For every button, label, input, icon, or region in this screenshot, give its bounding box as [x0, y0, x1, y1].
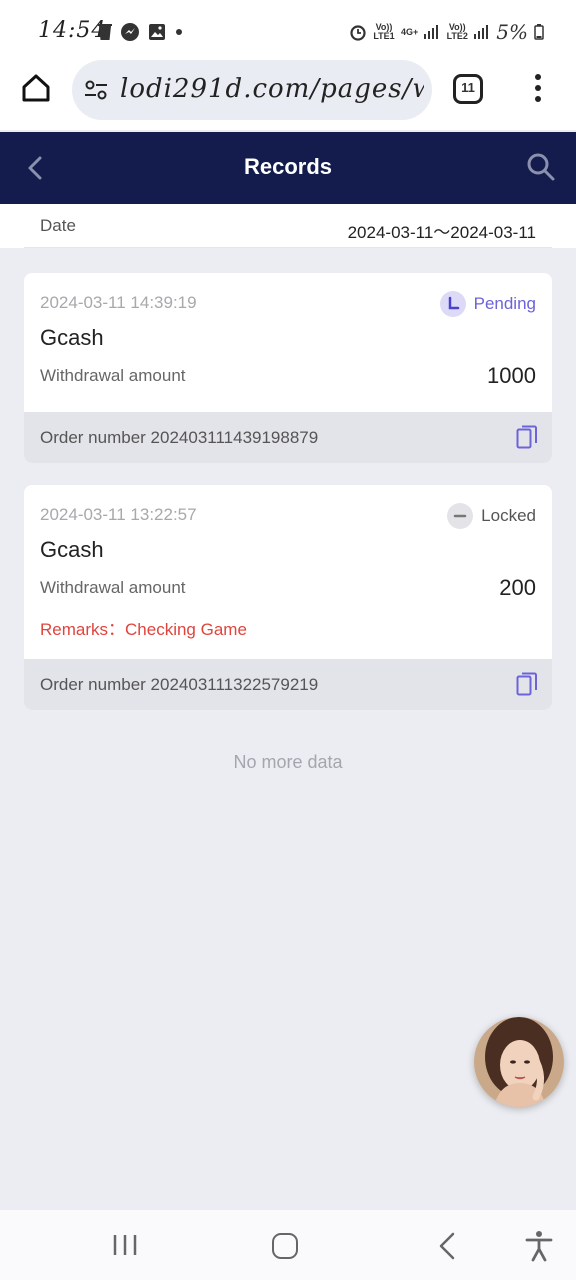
- order-number: Order number 202403111322579219: [40, 675, 319, 694]
- network-lte2: Vo)) LTE2: [446, 22, 468, 41]
- battery-icon: [534, 24, 544, 40]
- more-vert-icon[interactable]: [530, 74, 546, 106]
- date-range[interactable]: 2024-03-11～2024-03-11: [348, 218, 536, 243]
- browser-toolbar: lodi291d.com/pages/with 11: [0, 56, 576, 130]
- no-more-data: No more data: [233, 752, 343, 772]
- tune-icon[interactable]: [84, 78, 108, 102]
- date-filter[interactable]: Date 2024-03-11～2024-03-11: [0, 204, 576, 248]
- gallery-icon: [149, 24, 165, 40]
- signal-icon: [474, 25, 489, 39]
- system-nav-bar: [0, 1210, 576, 1280]
- order-number: Order number 202403111439198879: [40, 428, 319, 447]
- amount-value: 1000: [487, 363, 536, 388]
- order-row: Order number 202403111439198879: [24, 412, 552, 463]
- battery-level: 5%: [496, 20, 528, 44]
- status-indicators: Vo)) LTE1 4G+ Vo)) LTE2 5%: [349, 20, 544, 44]
- status-text: Pending: [473, 294, 536, 313]
- accessibility-icon[interactable]: [525, 1230, 553, 1262]
- remarks: Remarks：Checking Game: [40, 620, 247, 639]
- record-time: 2024-03-11 13:22:57: [40, 505, 197, 524]
- payment-method: Gcash: [40, 325, 104, 350]
- minus-circle-icon: [447, 503, 474, 529]
- home-icon[interactable]: [20, 72, 52, 104]
- alarm-icon: [350, 25, 366, 41]
- status-badge: Locked: [447, 503, 536, 529]
- amount-value: 200: [499, 575, 536, 600]
- payment-method: Gcash: [40, 537, 104, 562]
- amount-label: Withdrawal amount: [40, 578, 186, 597]
- status-badge: Pending: [439, 291, 536, 317]
- clock-icon: [439, 291, 466, 317]
- network-lte1: Vo)) LTE1: [373, 22, 395, 41]
- search-icon[interactable]: [526, 152, 556, 182]
- nav-home-icon[interactable]: [272, 1233, 298, 1259]
- status-bar: 14:54 Vo)) LTE1 4G+ Vo)) LTE2 5%: [0, 0, 576, 64]
- address-bar[interactable]: lodi291d.com/pages/with: [72, 60, 432, 120]
- notification-icons: [98, 22, 184, 42]
- record-card[interactable]: 2024-03-11 13:22:57 Locked Gcash Withdra…: [24, 485, 552, 710]
- support-avatar[interactable]: [474, 1017, 564, 1107]
- divider: [24, 247, 552, 248]
- record-time: 2024-03-11 14:39:19: [40, 293, 197, 312]
- recent-apps-icon[interactable]: [112, 1234, 138, 1256]
- tabs-icon[interactable]: 11: [453, 74, 483, 104]
- status-text: Locked: [481, 506, 536, 525]
- order-row: Order number 202403111322579219: [24, 659, 552, 710]
- app-header: Records: [0, 132, 576, 204]
- network-type: 4G+: [401, 26, 419, 37]
- copy-icon[interactable]: [516, 671, 538, 697]
- page-title: Records: [243, 154, 333, 179]
- signal-icon: [424, 25, 439, 39]
- copy-icon[interactable]: [516, 424, 538, 450]
- messenger-icon: [121, 23, 139, 41]
- url-text[interactable]: lodi291d.com/pages/with: [120, 74, 424, 104]
- nav-back-icon[interactable]: [436, 1232, 458, 1260]
- date-label: Date: [40, 216, 76, 235]
- amount-label: Withdrawal amount: [40, 366, 186, 385]
- status-time: 14:54: [38, 18, 107, 43]
- trash-notification-icon: [98, 24, 112, 40]
- dot-icon: [176, 29, 182, 35]
- record-card[interactable]: 2024-03-11 14:39:19 Pending Gcash Withdr…: [24, 273, 552, 463]
